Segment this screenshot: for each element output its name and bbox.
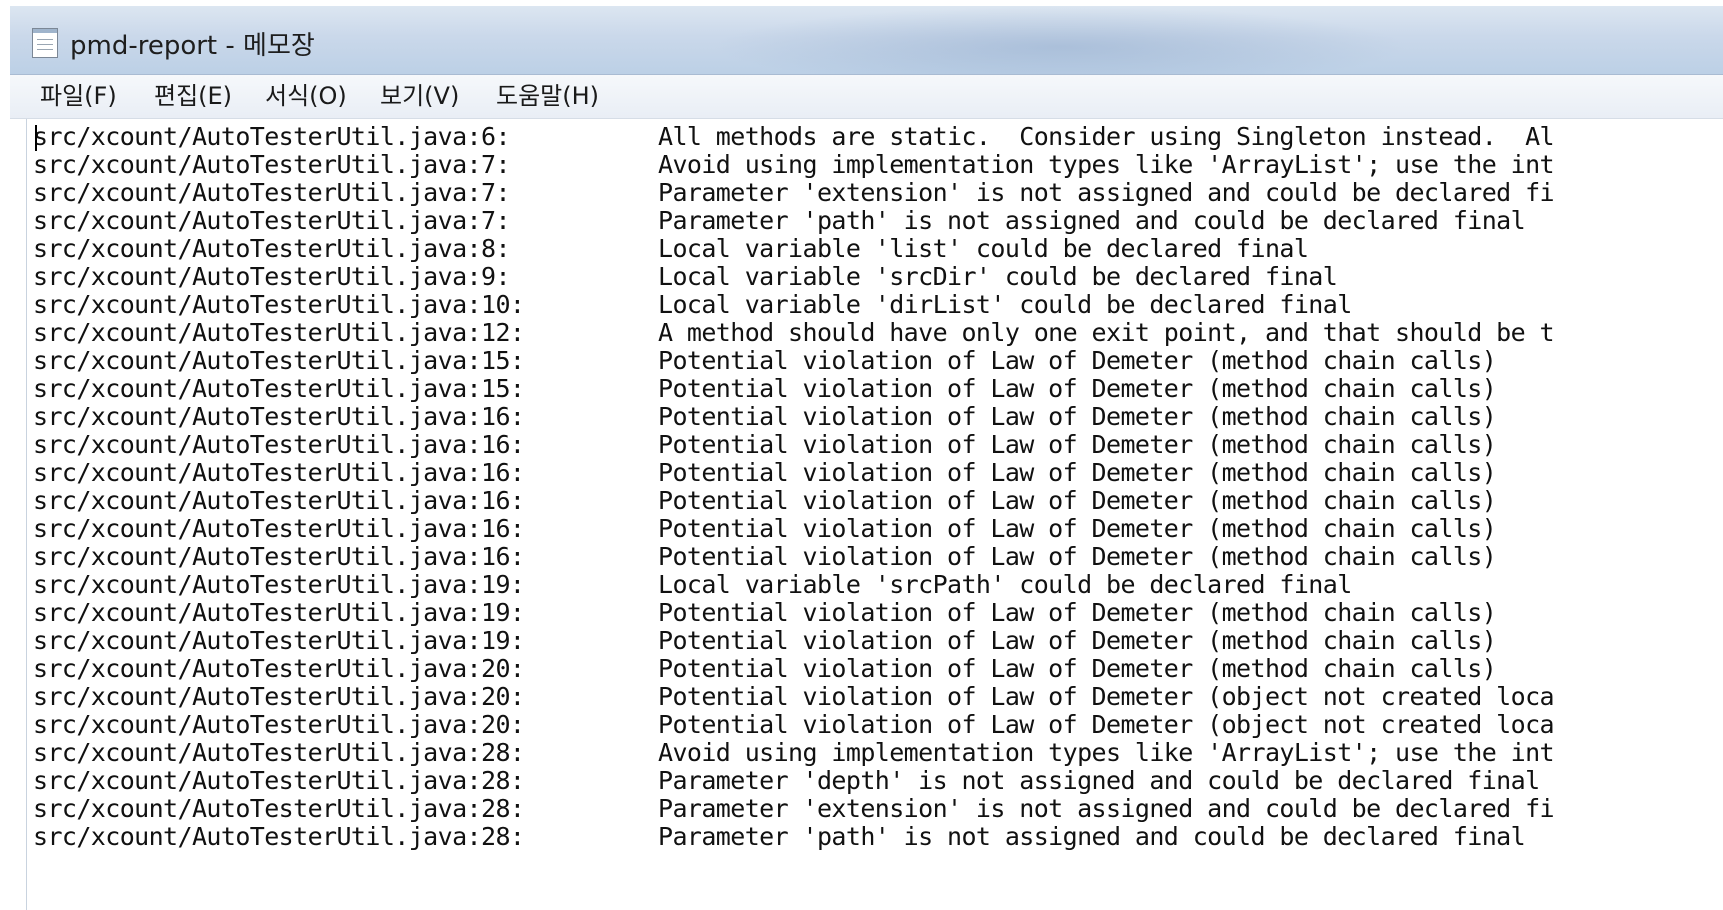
- line-message: Potential violation of Law of Demeter (m…: [658, 654, 1497, 683]
- line-message: Potential violation of Law of Demeter (m…: [658, 542, 1497, 571]
- text-line: src/xcount/AutoTesterUtil.java:8: Local v…: [33, 234, 1309, 263]
- line-path: src/xcount/AutoTesterUtil.java:7:: [33, 150, 511, 179]
- text-line: src/xcount/AutoTesterUtil.java:28: Parame…: [33, 767, 1540, 795]
- text-line: src/xcount/AutoTesterUtil.java:20: Potent…: [33, 682, 1555, 711]
- line-path: src/xcount/AutoTesterUtil.java:20:: [33, 654, 525, 683]
- line-path: src/xcount/AutoTesterUtil.java:7:: [33, 178, 511, 207]
- line-path: src/xcount/AutoTesterUtil.java:6:: [33, 122, 511, 151]
- menu-view[interactable]: 보기(V): [376, 79, 463, 114]
- text-line: src/xcount/AutoTesterUtil.java:28: Parame…: [33, 794, 1555, 823]
- line-path: src/xcount/AutoTesterUtil.java:28:: [33, 822, 525, 851]
- menu-file[interactable]: 파일(F): [36, 79, 121, 114]
- line-path: src/xcount/AutoTesterUtil.java:7:: [33, 206, 511, 235]
- line-message: Potential violation of Law of Demeter (m…: [658, 626, 1497, 655]
- line-message: Potential violation of Law of Demeter (o…: [658, 682, 1555, 711]
- text-line: src/xcount/AutoTesterUtil.java:7: Paramet…: [33, 178, 1555, 207]
- line-message: Avoid using implementation types like 'A…: [658, 738, 1555, 767]
- text-line: src/xcount/AutoTesterUtil.java:7: Paramet…: [33, 206, 1526, 235]
- menu-bar: 파일(F) 편집(E) 서식(O) 보기(V) 도움말(H): [10, 75, 1723, 119]
- line-path: src/xcount/AutoTesterUtil.java:19:: [33, 598, 525, 627]
- line-path: src/xcount/AutoTesterUtil.java:8:: [33, 234, 511, 263]
- text-line: src/xcount/AutoTesterUtil.java:20: Potent…: [33, 710, 1555, 739]
- line-message: Parameter 'extension' is not assigned an…: [658, 178, 1555, 207]
- text-line: src/xcount/AutoTesterUtil.java:9: Local v…: [33, 262, 1338, 291]
- line-message: Parameter 'path' is not assigned and cou…: [658, 206, 1526, 235]
- line-path: src/xcount/AutoTesterUtil.java:16:: [33, 458, 525, 487]
- line-message: Parameter 'extension' is not assigned an…: [658, 794, 1555, 823]
- line-path: src/xcount/AutoTesterUtil.java:16:: [33, 542, 525, 571]
- line-message: Parameter 'path' is not assigned and cou…: [658, 822, 1526, 851]
- line-message: Local variable 'srcDir' could be declare…: [658, 262, 1338, 291]
- text-line: src/xcount/AutoTesterUtil.java:16: Potent…: [33, 458, 1497, 487]
- line-message: Local variable 'srcPath' could be declar…: [658, 570, 1352, 599]
- line-path: src/xcount/AutoTesterUtil.java:28:: [33, 766, 525, 795]
- menu-format[interactable]: 서식(O): [261, 79, 351, 114]
- line-path: src/xcount/AutoTesterUtil.java:12:: [33, 318, 525, 347]
- line-message: Potential violation of Law of Demeter (m…: [658, 458, 1497, 487]
- line-message: All methods are static. Consider using S…: [658, 122, 1555, 151]
- title-bar[interactable]: pmd-report - 메모장: [10, 6, 1723, 75]
- text-line: src/xcount/AutoTesterUtil.java:16: Potent…: [33, 486, 1497, 515]
- line-path: src/xcount/AutoTesterUtil.java:20:: [33, 682, 525, 711]
- line-message: Avoid using implementation types like 'A…: [658, 150, 1555, 179]
- text-line: src/xcount/AutoTesterUtil.java:19: Potent…: [33, 598, 1497, 627]
- text-line: src/xcount/AutoTesterUtil.java:28: Avoid …: [33, 738, 1555, 767]
- text-line: src/xcount/AutoTesterUtil.java:7: Avoid u…: [33, 150, 1555, 179]
- line-message: Potential violation of Law of Demeter (m…: [658, 598, 1497, 627]
- line-message: Potential violation of Law of Demeter (m…: [658, 430, 1497, 459]
- menu-help[interactable]: 도움말(H): [492, 79, 603, 114]
- text-line: src/xcount/AutoTesterUtil.java:10: Local …: [33, 291, 1352, 319]
- line-message: Local variable 'dirList' could be declar…: [658, 290, 1352, 319]
- text-line: src/xcount/AutoTesterUtil.java:28: Parame…: [33, 822, 1526, 851]
- line-message: Potential violation of Law of Demeter (m…: [658, 346, 1497, 375]
- line-message: Potential violation of Law of Demeter (m…: [658, 402, 1497, 431]
- line-message: Potential violation of Law of Demeter (m…: [658, 374, 1497, 403]
- line-path: src/xcount/AutoTesterUtil.java:15:: [33, 374, 525, 403]
- text-line: src/xcount/AutoTesterUtil.java:15: Potent…: [33, 346, 1497, 375]
- line-path: src/xcount/AutoTesterUtil.java:10:: [33, 290, 525, 319]
- line-path: src/xcount/AutoTesterUtil.java:16:: [33, 514, 525, 543]
- line-message: Potential violation of Law of Demeter (o…: [658, 710, 1555, 739]
- text-editor[interactable]: src/xcount/AutoTesterUtil.java:6: All met…: [26, 119, 1717, 910]
- line-path: src/xcount/AutoTesterUtil.java:16:: [33, 430, 525, 459]
- line-path: src/xcount/AutoTesterUtil.java:19:: [33, 626, 525, 655]
- text-caret: [35, 125, 37, 151]
- menu-edit[interactable]: 편집(E): [150, 79, 236, 114]
- text-line: src/xcount/AutoTesterUtil.java:16: Potent…: [33, 514, 1497, 543]
- text-line: src/xcount/AutoTesterUtil.java:20: Potent…: [33, 654, 1497, 683]
- line-message: Parameter 'depth' is not assigned and co…: [658, 766, 1540, 795]
- text-line: src/xcount/AutoTesterUtil.java:19: Potent…: [33, 626, 1497, 655]
- window-title: pmd-report - 메모장: [70, 31, 315, 61]
- line-message: Potential violation of Law of Demeter (m…: [658, 514, 1497, 543]
- text-line: src/xcount/AutoTesterUtil.java:16: Potent…: [33, 402, 1497, 431]
- text-line: src/xcount/AutoTesterUtil.java:19: Local …: [33, 571, 1352, 599]
- line-path: src/xcount/AutoTesterUtil.java:16:: [33, 486, 525, 515]
- text-line: src/xcount/AutoTesterUtil.java:12: A meth…: [33, 318, 1555, 347]
- line-message: Potential violation of Law of Demeter (m…: [658, 486, 1497, 515]
- line-path: src/xcount/AutoTesterUtil.java:19:: [33, 570, 525, 599]
- line-path: src/xcount/AutoTesterUtil.java:20:: [33, 710, 525, 739]
- text-line: src/xcount/AutoTesterUtil.java:16: Potent…: [33, 542, 1497, 571]
- line-message: A method should have only one exit point…: [658, 318, 1555, 347]
- text-line: src/xcount/AutoTesterUtil.java:6: All met…: [33, 122, 1555, 151]
- text-line: src/xcount/AutoTesterUtil.java:16: Potent…: [33, 430, 1497, 459]
- notepad-icon: [32, 28, 58, 58]
- notepad-window: pmd-report - 메모장 파일(F) 편집(E) 서식(O) 보기(V)…: [10, 6, 1723, 910]
- line-path: src/xcount/AutoTesterUtil.java:28:: [33, 794, 525, 823]
- line-path: src/xcount/AutoTesterUtil.java:28:: [33, 738, 525, 767]
- text-line: src/xcount/AutoTesterUtil.java:15: Potent…: [33, 374, 1497, 403]
- line-path: src/xcount/AutoTesterUtil.java:16:: [33, 402, 525, 431]
- line-message: Local variable 'list' could be declared …: [658, 234, 1309, 263]
- line-path: src/xcount/AutoTesterUtil.java:9:: [33, 262, 511, 291]
- line-path: src/xcount/AutoTesterUtil.java:15:: [33, 346, 525, 375]
